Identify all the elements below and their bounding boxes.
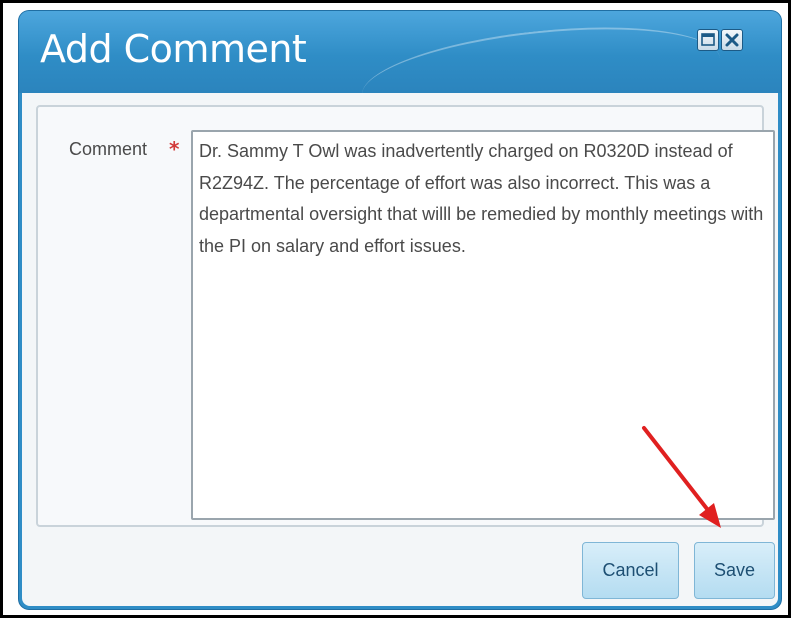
maximize-icon: [701, 33, 715, 46]
comment-textarea[interactable]: Dr. Sammy T Owl was inadvertently charge…: [191, 130, 775, 520]
maximize-button[interactable]: [697, 29, 719, 51]
dialog-title-bar[interactable]: Add Comment: [19, 11, 781, 142]
dialog-title: Add Comment: [40, 27, 307, 71]
add-comment-dialog: Add Comment Comment * Dr. Sammy T Owl wa…: [19, 11, 781, 609]
close-icon: [725, 33, 739, 47]
comment-label: Comment: [69, 139, 148, 159]
dialog-body: Comment * Dr. Sammy T Owl was inadverten…: [22, 93, 778, 606]
comment-form-panel: Comment * Dr. Sammy T Owl was inadverten…: [36, 105, 775, 527]
cancel-button[interactable]: Cancel: [582, 542, 679, 599]
required-marker: *: [169, 137, 180, 161]
close-button[interactable]: [721, 29, 743, 51]
screenshot-frame: Add Comment Comment * Dr. Sammy T Owl wa…: [0, 0, 791, 618]
save-button[interactable]: Save: [694, 542, 775, 599]
